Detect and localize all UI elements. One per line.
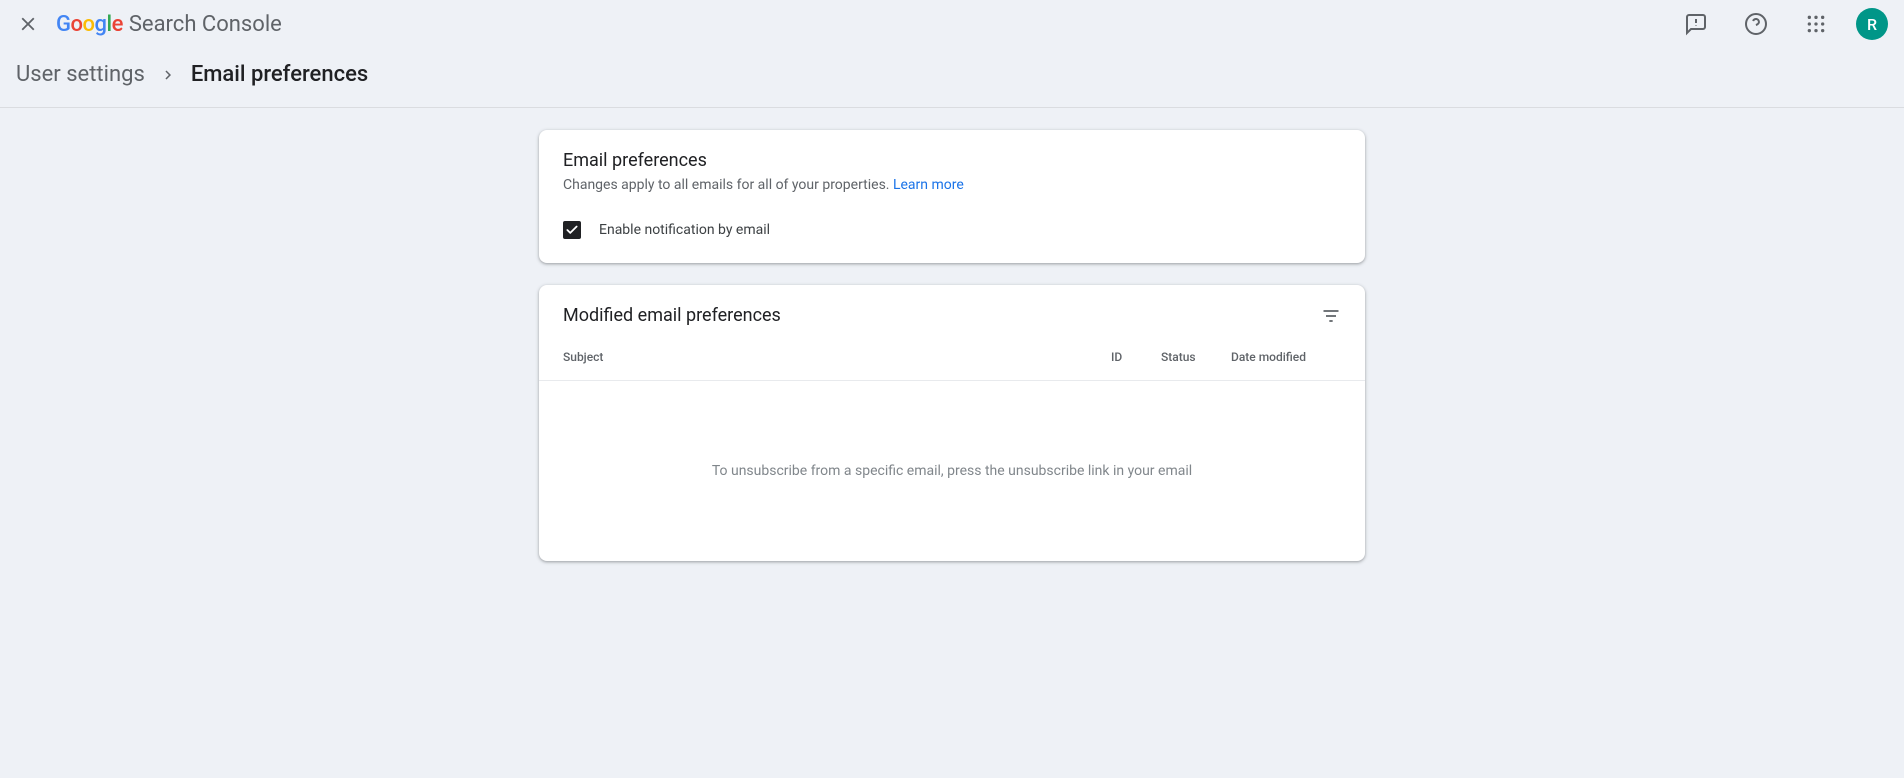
filter-button[interactable]	[1321, 306, 1341, 326]
col-id: ID	[1111, 350, 1161, 364]
filter-icon	[1321, 306, 1341, 326]
table-header: Subject ID Status Date modified	[539, 350, 1365, 381]
col-status: Status	[1161, 350, 1231, 364]
product-name: Search Console	[129, 12, 282, 37]
breadcrumb-parent[interactable]: User settings	[16, 62, 145, 87]
learn-more-link[interactable]: Learn more	[893, 177, 964, 193]
card-subtitle: Changes apply to all emails for all of y…	[563, 177, 1341, 193]
product-logo[interactable]: Google Search Console	[56, 12, 282, 37]
enable-notification-row: Enable notification by email	[563, 221, 1341, 239]
col-subject: Subject	[563, 350, 1111, 364]
breadcrumb-current: Email preferences	[191, 62, 368, 87]
chevron-right-icon	[159, 66, 177, 84]
card-title: Email preferences	[563, 150, 1341, 171]
feedback-button[interactable]	[1676, 4, 1716, 44]
header-left: Google Search Console	[16, 12, 282, 37]
apps-button[interactable]	[1796, 4, 1836, 44]
account-avatar[interactable]: R	[1856, 8, 1888, 40]
modified-card-title: Modified email preferences	[563, 305, 781, 326]
header-right: R	[1676, 4, 1888, 44]
help-icon	[1744, 12, 1768, 36]
close-icon	[17, 13, 39, 35]
card-subtitle-text: Changes apply to all emails for all of y…	[563, 177, 893, 193]
col-date: Date modified	[1231, 350, 1341, 364]
enable-notification-checkbox[interactable]	[563, 221, 581, 239]
breadcrumb: User settings Email preferences	[0, 48, 1904, 108]
feedback-icon	[1684, 12, 1708, 36]
app-header: Google Search Console R	[0, 0, 1904, 48]
checkmark-icon	[565, 223, 579, 237]
google-logo: Google	[56, 12, 123, 37]
modified-preferences-card: Modified email preferences Subject ID St…	[539, 285, 1365, 561]
apps-icon	[1806, 14, 1826, 34]
email-preferences-card: Email preferences Changes apply to all e…	[539, 130, 1365, 263]
enable-notification-label: Enable notification by email	[599, 222, 770, 238]
close-button[interactable]	[16, 12, 40, 36]
empty-state-message: To unsubscribe from a specific email, pr…	[539, 381, 1365, 561]
main-content: Email preferences Changes apply to all e…	[0, 108, 1904, 583]
help-button[interactable]	[1736, 4, 1776, 44]
